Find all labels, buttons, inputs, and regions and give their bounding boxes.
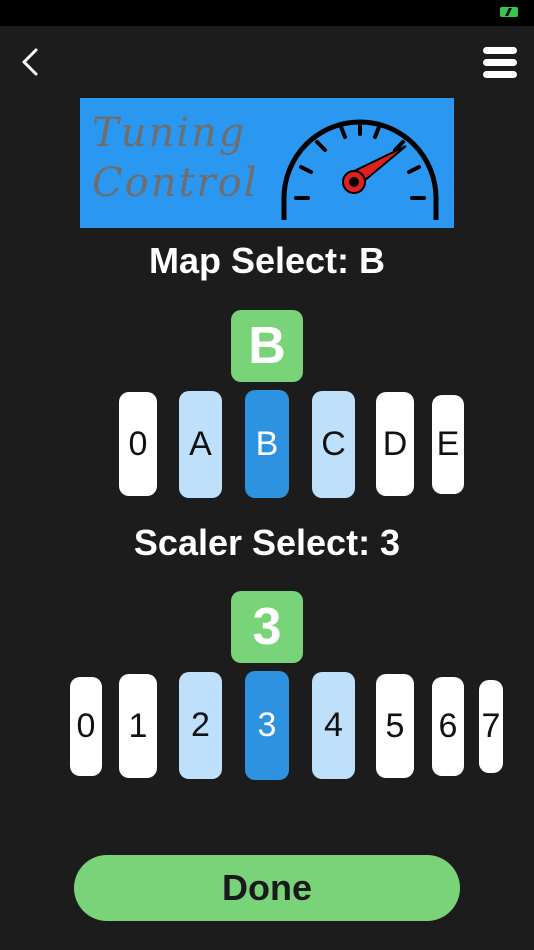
scaler-option-7[interactable]: 7 [479, 680, 503, 773]
scaler-option-0[interactable]: 0 [70, 677, 102, 776]
menu-button[interactable] [480, 44, 520, 80]
back-button[interactable] [14, 44, 46, 80]
scaler-option-3[interactable]: 3 [245, 671, 289, 780]
scaler-option-6[interactable]: 6 [432, 677, 464, 776]
menu-bar [483, 46, 517, 54]
done-button[interactable]: Done [74, 855, 460, 921]
tuning-control-logo: Tuning Control [80, 98, 454, 228]
status-bar [0, 0, 534, 26]
menu-bar [483, 58, 517, 66]
scaler-option-1[interactable]: 1 [119, 674, 157, 778]
menu-bar [483, 70, 517, 78]
logo-text-line-2: Control [92, 160, 259, 206]
battery-icon [500, 7, 518, 17]
logo-text-line-1: Tuning [92, 110, 247, 156]
map-option-a[interactable]: A [179, 391, 222, 498]
logo-text: Tuning Control [92, 108, 259, 208]
map-option-c[interactable]: C [312, 391, 355, 498]
map-option-0[interactable]: 0 [119, 392, 157, 496]
map-option-e[interactable]: E [432, 395, 464, 494]
map-select-title: Map Select: B [148, 240, 386, 281]
scaler-option-2[interactable]: 2 [179, 672, 222, 779]
map-option-d[interactable]: D [376, 392, 414, 496]
scaler-select-title: Scaler Select: 3 [133, 522, 401, 563]
scaler-current-badge: 3 [231, 591, 303, 663]
scaler-option-4[interactable]: 4 [312, 672, 355, 779]
map-option-b[interactable]: B [245, 390, 289, 498]
map-current-badge: B [231, 310, 303, 382]
scaler-option-5[interactable]: 5 [376, 674, 414, 778]
speedometer-icon [281, 119, 439, 220]
chevron-left-icon [22, 48, 38, 76]
